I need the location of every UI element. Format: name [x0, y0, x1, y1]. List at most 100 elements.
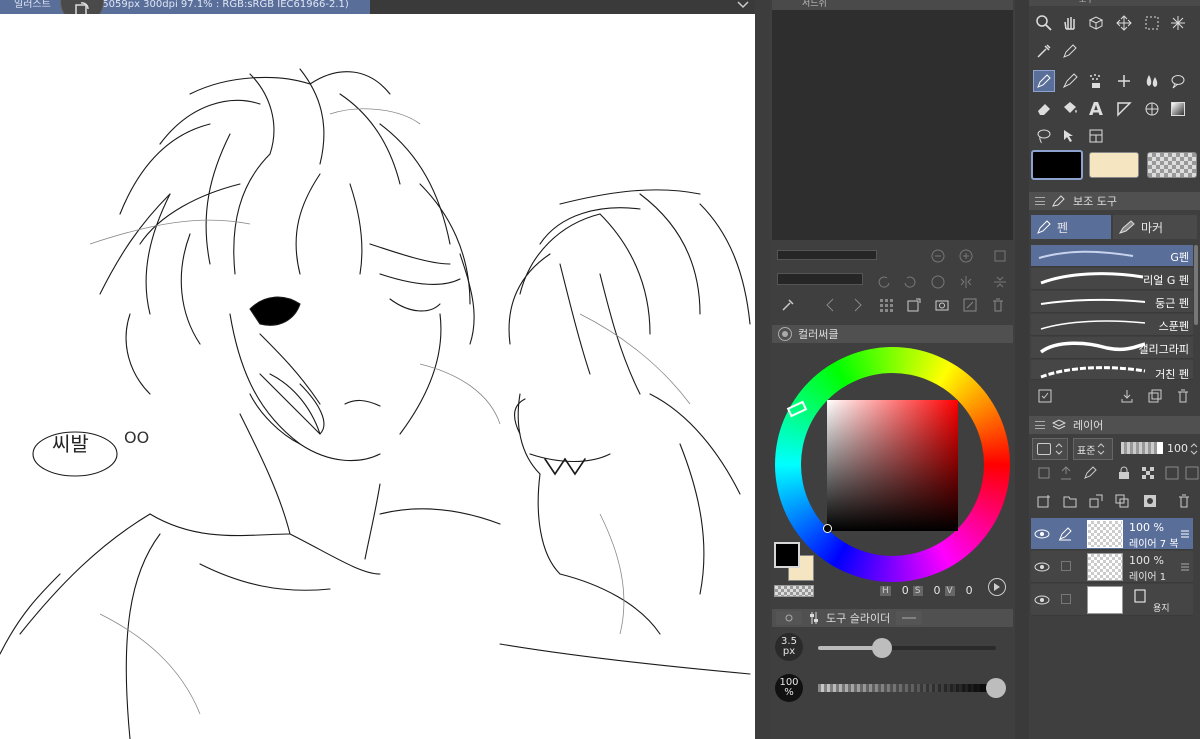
drawing-canvas[interactable]: 씨발 OO: [0, 14, 755, 739]
layer-lock-box[interactable]: [1061, 561, 1071, 571]
layer-menu-icon[interactable]: [1179, 559, 1191, 575]
mask-icon[interactable]: [1163, 464, 1181, 482]
object-tool-icon[interactable]: [1085, 12, 1107, 34]
layer-row[interactable]: 용지: [1031, 584, 1193, 616]
balloon-tool-icon[interactable]: [1167, 70, 1189, 92]
opacity-knob[interactable]: [986, 678, 1006, 698]
lock-layer-icon[interactable]: [1115, 464, 1133, 482]
zoom-out-icon[interactable]: [930, 248, 946, 264]
new-folder-icon[interactable]: [1061, 492, 1079, 510]
play-circle-icon[interactable]: [988, 578, 1006, 596]
layer-row[interactable]: 100 % 레이어 1: [1031, 551, 1193, 583]
opacity-track[interactable]: [818, 684, 996, 692]
fill-tool-icon[interactable]: [1059, 98, 1081, 120]
pen-tool-alt-icon[interactable]: [1059, 40, 1081, 62]
panel-divider[interactable]: [755, 0, 770, 739]
airbrush-tool-icon[interactable]: [1085, 70, 1107, 92]
fit-icon[interactable]: [992, 248, 1008, 264]
auto-select-tool-icon[interactable]: [1167, 12, 1189, 34]
delete-brush-icon[interactable]: [1175, 388, 1191, 404]
flip-vertical-icon[interactable]: [992, 274, 1008, 290]
layer-panel-menu-icon[interactable]: [1035, 421, 1045, 429]
blend-tool-icon[interactable]: [1141, 70, 1163, 92]
zoom-in-icon[interactable]: [958, 248, 974, 264]
delete-layer-icon[interactable]: [1175, 492, 1193, 510]
lock-transparency-icon[interactable]: [1139, 464, 1157, 482]
layer-opacity-slider[interactable]: [1121, 442, 1163, 454]
blend-mode-select[interactable]: 표준: [1073, 438, 1113, 460]
canvas-chevron-down-icon[interactable]: [736, 0, 750, 10]
brush-scrollbar[interactable]: [1194, 245, 1198, 325]
sub-tool-tab-pen[interactable]: 펜: [1031, 215, 1111, 239]
merge-down-icon[interactable]: [1113, 492, 1131, 510]
transparent-color-swatch[interactable]: [774, 585, 814, 597]
panel-menu-icon[interactable]: [1035, 197, 1045, 205]
sub-color-large-swatch[interactable]: [1089, 152, 1139, 178]
panel-divider-2[interactable]: [1015, 0, 1029, 739]
ruler-link-icon[interactable]: [1183, 464, 1200, 482]
visibility-eye-icon[interactable]: [1033, 526, 1051, 542]
zoom-tool-icon[interactable]: [1033, 12, 1055, 34]
selection-tool-icon[interactable]: [1141, 12, 1163, 34]
clip-layer-icon[interactable]: [1035, 464, 1053, 482]
draft-layer-icon[interactable]: [1081, 464, 1099, 482]
brush-size-knob[interactable]: [872, 638, 893, 658]
transparent-large-swatch[interactable]: [1147, 152, 1197, 178]
sub-tool-tab-marker[interactable]: 마커: [1113, 215, 1197, 239]
layer-menu-icon[interactable]: [1179, 526, 1191, 542]
visibility-eye-icon[interactable]: [1033, 559, 1051, 575]
flip-horizontal-icon[interactable]: [958, 274, 974, 290]
rotate-left-icon[interactable]: [876, 274, 892, 290]
reset-rotation-icon[interactable]: [930, 274, 946, 290]
prev-icon[interactable]: [822, 297, 838, 313]
tool-slider-left-tab-icon[interactable]: [776, 611, 802, 625]
brush-item[interactable]: 캘리그라피: [1031, 337, 1193, 359]
pen-tool-icon[interactable]: [1033, 70, 1055, 92]
transfer-down-icon[interactable]: [1087, 492, 1105, 510]
gradient-tool-icon[interactable]: [1167, 98, 1189, 120]
main-color-swatch[interactable]: [774, 542, 800, 568]
layer-row[interactable]: 100 % 레이어 7 복: [1031, 518, 1193, 550]
new-raster-layer-icon[interactable]: [1035, 492, 1053, 510]
eraser-tool-icon[interactable]: [1033, 98, 1055, 120]
trash-icon[interactable]: [990, 297, 1006, 313]
move-tool-icon[interactable]: [1113, 12, 1135, 34]
eyedropper-icon[interactable]: [780, 297, 796, 313]
lasso-tool-icon[interactable]: [1033, 125, 1055, 147]
brush-item[interactable]: 거친 펜: [1031, 360, 1193, 380]
brush-item[interactable]: 둥근 펜: [1031, 291, 1193, 313]
ruler-tool-icon[interactable]: [1141, 98, 1163, 120]
reference-layer-icon[interactable]: [1057, 464, 1075, 482]
brush-size-track[interactable]: [818, 646, 996, 650]
zoom-slider[interactable]: [777, 250, 877, 260]
frame-tool-icon[interactable]: [1085, 125, 1107, 147]
rotate-slider[interactable]: [777, 273, 863, 285]
tool-slider-right-tab-icon[interactable]: [896, 611, 923, 625]
layer-opacity-stepper[interactable]: [1189, 440, 1199, 458]
pen-edit-icon[interactable]: [1057, 526, 1073, 542]
pencil-tool-icon[interactable]: [1059, 70, 1081, 92]
visibility-eye-icon[interactable]: [1033, 592, 1051, 608]
duplicate-icon[interactable]: [1147, 388, 1163, 404]
next-icon[interactable]: [850, 297, 866, 313]
layer-lock-box[interactable]: [1061, 594, 1071, 604]
brush-item[interactable]: G펜: [1031, 245, 1193, 267]
main-color-large-swatch[interactable]: [1031, 150, 1083, 180]
text-tool-icon[interactable]: A: [1085, 98, 1107, 120]
layer-color-toggle[interactable]: [1032, 438, 1068, 460]
new-image-icon[interactable]: [906, 297, 922, 313]
hand-tool-icon[interactable]: [1059, 12, 1081, 34]
figure-tool-icon[interactable]: [1113, 98, 1135, 120]
eyedropper-tool-icon[interactable]: [1033, 40, 1055, 62]
import-icon[interactable]: [1119, 388, 1135, 404]
grid-icon[interactable]: [878, 297, 894, 313]
brush-item[interactable]: 리얼 G 펜: [1031, 268, 1193, 290]
decoration-tool-icon[interactable]: [1113, 70, 1135, 92]
sv-picker-marker[interactable]: [823, 524, 832, 533]
saturation-value-square[interactable]: [827, 400, 958, 531]
sub-tool-settings-icon[interactable]: [1037, 388, 1053, 404]
camera-icon[interactable]: [934, 297, 950, 313]
rotate-right-icon[interactable]: [902, 274, 918, 290]
edit-image-icon[interactable]: [962, 297, 978, 313]
operation-tool-icon[interactable]: [1059, 125, 1081, 147]
